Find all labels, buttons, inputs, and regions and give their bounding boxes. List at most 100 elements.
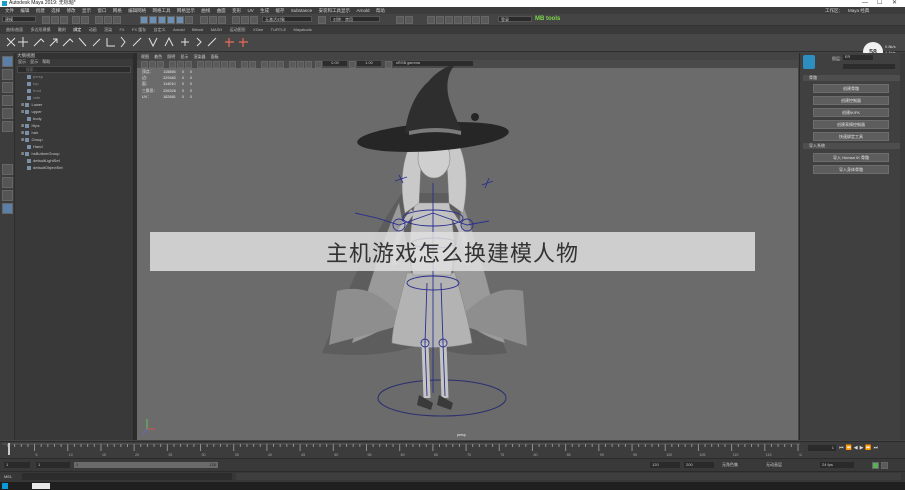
create-skeleton-button[interactable]: 创建骨骼 [813, 84, 889, 93]
mel-label[interactable]: MEL [4, 473, 12, 480]
menu-item[interactable]: 帮助 [376, 7, 385, 14]
menu-item[interactable]: 变形 [232, 7, 241, 14]
taskbar-app[interactable] [32, 483, 50, 489]
section-import[interactable]: 导入系统 [803, 143, 903, 149]
snap-view-icon[interactable] [167, 16, 175, 24]
range-end-field[interactable]: 120 [650, 462, 680, 468]
menu-item[interactable]: 文件 [5, 7, 14, 14]
hypershade-icon[interactable] [232, 16, 240, 24]
name-field[interactable] [843, 64, 895, 69]
layout-four-icon[interactable] [436, 16, 444, 24]
layout-four-view-icon[interactable] [2, 177, 13, 188]
menu-item[interactable]: 安装和工具显示 [319, 7, 351, 14]
symmetry-field[interactable]: 对称：禁用 [330, 16, 380, 22]
shelf-tab[interactable]: 运动图形 [230, 26, 246, 34]
mb-tools-brand[interactable]: MB tools [535, 15, 560, 23]
outliner-row-hips[interactable]: ⊞ Hips [21, 123, 39, 129]
sidebar-toggle-icon[interactable] [396, 16, 404, 24]
auto-key-icon[interactable] [872, 462, 879, 469]
outliner-row-hair[interactable]: ⊞ hair [21, 130, 38, 136]
shelf-tab[interactable]: Mayatools [294, 26, 312, 34]
shelf-tab[interactable]: MASH [211, 26, 223, 34]
menu-item[interactable]: 编辑网格 [128, 7, 146, 14]
outliner-row-hsbottomgroup[interactable]: ⊞ hsBottomGroup [21, 151, 59, 157]
outliner-menu-item[interactable]: 帮助 [42, 59, 50, 64]
mode-select[interactable]: 建模 [2, 16, 36, 22]
outliner-row-top[interactable]: top [27, 81, 39, 87]
panel-scrollbar[interactable] [900, 53, 905, 440]
open-scene-icon[interactable] [51, 16, 59, 24]
render-field[interactable]: 无激活对象 [262, 16, 312, 22]
undo-icon[interactable] [72, 16, 80, 24]
windows-start-icon[interactable] [2, 483, 8, 489]
menu-item[interactable]: Substance [291, 7, 312, 14]
import-humanik-button[interactable]: 导入 Human IK 骨骼 [813, 153, 889, 162]
rigging-shelf-icons[interactable] [3, 34, 263, 51]
ipr-render-icon[interactable] [209, 16, 217, 24]
menu-item[interactable]: 生成 [260, 7, 269, 14]
snap-curve-icon[interactable] [149, 16, 157, 24]
save-scene-icon[interactable] [60, 16, 68, 24]
snap-surface-icon[interactable] [176, 16, 184, 24]
time-ruler[interactable]: 5 10 15 20 25 30 35 40 45 50 55 60 65 70 75 80 85 90 95 100… [2, 442, 802, 458]
shelf-tab[interactable]: 自定义 [154, 26, 166, 34]
maximize-button[interactable]: ☐ [877, 0, 882, 7]
shelf-tab[interactable]: Arnold [173, 26, 185, 34]
command-input[interactable] [22, 473, 232, 480]
render-view-icon[interactable] [250, 16, 258, 24]
outliner-row-defaultobjectset[interactable]: defaultObjectSet [27, 165, 63, 171]
shelf-tab[interactable]: FX 缓存 [132, 26, 146, 34]
menu-item[interactable]: 曲面 [217, 7, 226, 14]
layout-uv-icon[interactable] [481, 16, 489, 24]
outliner-row-group[interactable]: ⊞ Group [21, 137, 43, 143]
shelf-tab[interactable]: 多边形建模 [31, 26, 51, 34]
create-ikfk-button[interactable]: 创建IK/FK [813, 108, 889, 117]
light-editor-icon[interactable] [241, 16, 249, 24]
layout-outliner-persp-icon[interactable] [2, 203, 13, 214]
current-frame-field[interactable]: 1 [808, 445, 836, 451]
layout-side-by-side-icon[interactable] [2, 190, 13, 201]
shelf-tab[interactable]: 曲线/曲面 [6, 26, 23, 34]
menu-item[interactable]: 创建 [36, 7, 45, 14]
menu-item[interactable]: 修改 [67, 7, 76, 14]
range-start-field[interactable]: 1 [36, 462, 70, 468]
menu-item[interactable]: 显示 [82, 7, 91, 14]
end-frame-field[interactable]: 200 [684, 462, 714, 468]
minimize-button[interactable]: — [862, 0, 868, 7]
history-icon[interactable] [185, 16, 193, 24]
outliner-row-front[interactable]: front [27, 88, 41, 94]
move-tool-icon[interactable] [2, 95, 13, 106]
outliner-menu-item[interactable]: 显示 [18, 59, 26, 64]
start-frame-field[interactable]: 1 [4, 462, 30, 468]
outliner-row-side[interactable]: side [27, 95, 40, 101]
select-hierarchy-icon[interactable] [95, 16, 103, 24]
render-settings-icon[interactable] [218, 16, 226, 24]
menu-item[interactable]: 缓存 [276, 7, 285, 14]
snap-grid-icon[interactable] [140, 16, 148, 24]
menu-item[interactable]: 窗口 [97, 7, 106, 14]
shelf-tab[interactable]: 雕刻 [58, 26, 66, 34]
create-controller-button[interactable]: 创建控制器 [813, 96, 889, 105]
anim-layer-label[interactable]: 无动画层 [766, 462, 782, 468]
new-scene-icon[interactable] [42, 16, 50, 24]
redo-icon[interactable] [81, 16, 89, 24]
outliner-row-persp[interactable]: persp [27, 74, 43, 80]
outliner-row-hand[interactable]: Hand [27, 144, 43, 150]
outliner-row-body[interactable]: body [27, 116, 42, 122]
shelf-tab[interactable]: FX [119, 26, 124, 34]
scale-tool-icon[interactable] [2, 121, 13, 132]
character-set-label[interactable]: 无角色集 [722, 462, 738, 468]
menu-item[interactable]: Arnold [356, 7, 369, 14]
shelf-tab[interactable]: XGen [253, 26, 263, 34]
layer-field[interactable]: ER [843, 55, 873, 60]
layout-single-icon[interactable] [427, 16, 435, 24]
login-field[interactable]: 登录 [498, 16, 532, 22]
lasso-icon[interactable] [318, 16, 326, 24]
shelf-tab[interactable]: 渲染 [104, 26, 112, 34]
close-button[interactable]: ✕ [892, 0, 897, 7]
menu-item[interactable]: 编辑 [20, 7, 29, 14]
select-tool-icon[interactable] [2, 56, 13, 67]
shelf-tab[interactable]: TURTLE [271, 26, 286, 34]
playback-controls[interactable]: ⏮⏪◀▶⏩⏭ [839, 445, 880, 451]
paint-select-tool-icon[interactable] [2, 82, 13, 93]
